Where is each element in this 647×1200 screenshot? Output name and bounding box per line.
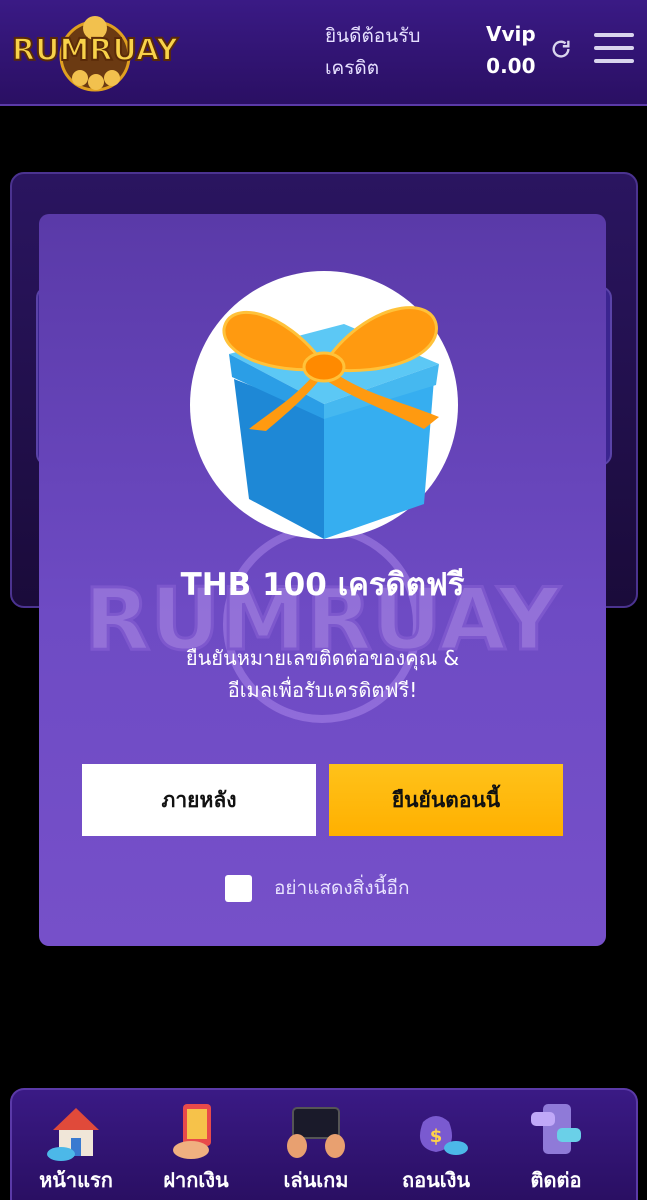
dont-show-checkbox[interactable] (225, 874, 252, 902)
game-icon (287, 1107, 345, 1158)
dont-show-label: อย่าแสดงสิ่งนี้อีก (274, 877, 410, 899)
nav-label: ติดต่อ (530, 1168, 582, 1192)
gift-box-icon (222, 306, 439, 539)
nav-item-contact[interactable]: ติดต่อ (496, 1100, 616, 1200)
confirm-now-button[interactable]: ยืนยันตอนนี้ (329, 764, 563, 836)
bottom-nav: หน้าแรก ฝากเงิน เล่นเกม $ ถอนเงิน ติดต่อ (10, 1088, 638, 1200)
credit-label: เครดิต (325, 57, 380, 79)
vip-balance: Vvip 0.00 (486, 18, 536, 82)
logo-text: RUMRUAY (12, 33, 179, 68)
refresh-icon[interactable] (550, 38, 572, 60)
description-line: อีเมลเพื่อรับเครดิตฟรี! (227, 678, 418, 702)
rumruay-logo[interactable]: RUMRUAY (10, 8, 180, 98)
watermark-logo: RUMRUAY (83, 525, 563, 723)
home-icon (47, 1108, 99, 1161)
nav-item-home[interactable]: หน้าแรก (16, 1100, 136, 1200)
nav-item-deposit[interactable]: ฝากเงิน (136, 1100, 256, 1200)
vip-label: Vvip (486, 22, 536, 46)
nav-label: เล่นเกม (283, 1168, 349, 1192)
contact-icon (531, 1104, 581, 1154)
later-button[interactable]: ภายหลัง (82, 764, 316, 836)
balance-value: 0.00 (486, 54, 536, 78)
top-header: RUMRUAY ยินดีต้อนรับ เครดิต Vvip 0.00 (0, 0, 647, 106)
nav-label: หน้าแรก (39, 1168, 113, 1192)
menu-icon[interactable] (594, 33, 634, 65)
nav-item-withdraw[interactable]: $ ถอนเงิน (376, 1100, 496, 1200)
nav-label: ถอนเงิน (401, 1168, 471, 1192)
free-credit-modal: RUMRUAY THB 100 เครดิตฟรี ยืนยันหมายเลขต… (39, 214, 606, 946)
nav-label: ฝากเงิน (163, 1168, 229, 1192)
dont-show-again[interactable]: อย่าแสดงสิ่งนี้อีก (225, 874, 409, 902)
modal-description: ยืนยันหมายเลขติดต่อของคุณ & อีเมลเพื่อรั… (99, 642, 546, 706)
modal-title: THB 100 เครดิตฟรี (180, 567, 465, 603)
deposit-icon (173, 1104, 211, 1159)
withdraw-icon: $ (419, 1116, 468, 1155)
nav-item-play-game[interactable]: เล่นเกม (256, 1100, 376, 1200)
welcome-line: ยินดีต้อนรับ (325, 25, 421, 47)
svg-text:$: $ (430, 1126, 443, 1147)
welcome-text: ยินดีต้อนรับ เครดิต (325, 20, 420, 84)
description-line: ยืนยันหมายเลขติดต่อของคุณ & (185, 646, 460, 670)
